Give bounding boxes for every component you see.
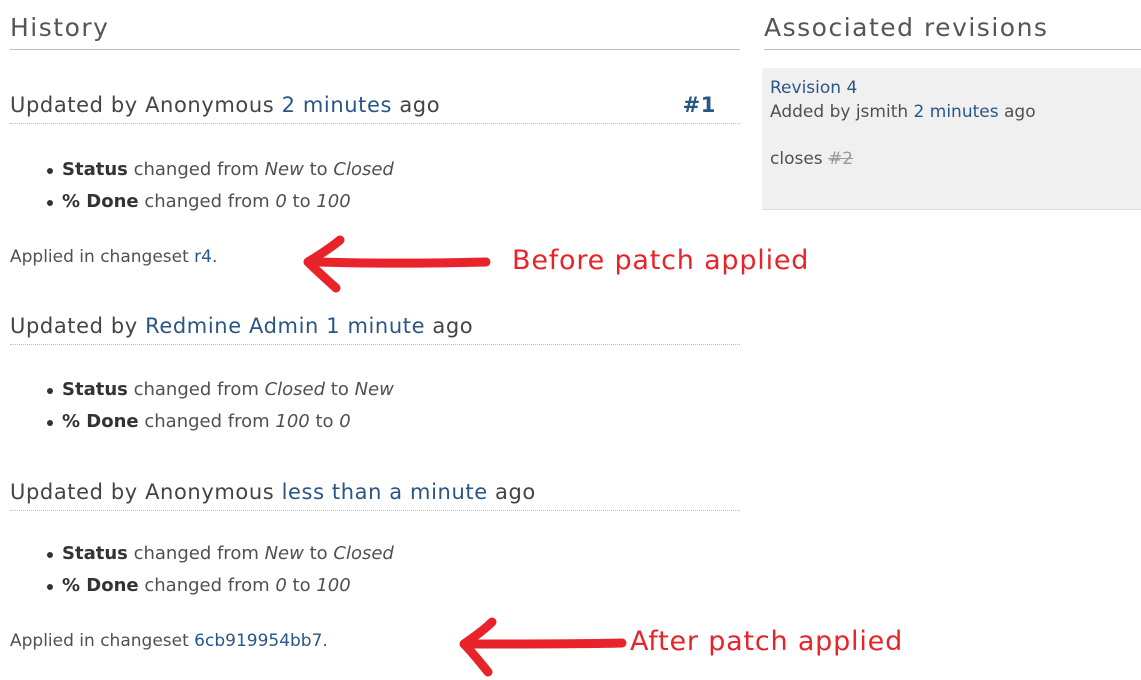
journal-2-details: Status changed from Closed to New % Done… <box>47 374 394 438</box>
detail-new-value: 100 <box>316 575 351 596</box>
detail-old-value: New <box>264 159 304 180</box>
journal-1-note: Applied in changeset r4. <box>10 247 218 267</box>
detail-old-value: 100 <box>275 411 310 432</box>
before-patch-annotation: Before patch applied <box>512 245 810 276</box>
detail-old-value: 0 <box>275 575 287 596</box>
detail-old-value: New <box>264 543 304 564</box>
journal-3-header: Updated by Anonymous less than a minute … <box>10 477 740 511</box>
detail-new-value: 100 <box>316 191 351 212</box>
journal-3-note: Applied in changeset 6cb919954bb7. <box>10 631 328 651</box>
journal-3-details: Status changed from New to Closed % Done… <box>47 538 394 602</box>
detail-new-value: New <box>354 379 394 400</box>
detail-new-value: Closed <box>333 159 394 180</box>
journal-updated-label: Updated by <box>10 480 146 504</box>
journal-author-link[interactable]: Redmine Admin <box>145 314 319 338</box>
journal-ago-label: ago <box>425 314 474 338</box>
detail-old-value: 0 <box>275 191 287 212</box>
journal-number-link[interactable]: #1 <box>683 90 716 120</box>
changeset-link[interactable]: r4 <box>194 247 212 267</box>
revision-link[interactable]: Revision 4 <box>770 77 1133 99</box>
journal-time-link[interactable]: less than a minute <box>282 480 488 504</box>
history-heading: History <box>10 10 740 50</box>
detail-field: % Done <box>62 411 139 432</box>
journal-ago-label: ago <box>487 480 536 504</box>
detail-item: % Done changed from 0 to 100 <box>47 186 394 218</box>
revision-added-by: Added by jsmith 2 minutes ago <box>770 102 1036 122</box>
after-arrow-icon <box>459 617 627 677</box>
journal-1-details: Status changed from New to Closed % Done… <box>47 154 394 218</box>
journal-ago-label: ago <box>392 93 441 117</box>
detail-field: % Done <box>62 575 139 596</box>
detail-new-value: 0 <box>339 411 351 432</box>
changeset-box: Revision 4 Added by jsmith 2 minutes ago… <box>762 68 1141 210</box>
changeset-link[interactable]: 6cb919954bb7 <box>194 631 322 651</box>
after-patch-annotation: After patch applied <box>630 626 904 657</box>
closed-issue-link[interactable]: #2 <box>828 149 853 169</box>
detail-item: % Done changed from 100 to 0 <box>47 406 394 438</box>
detail-item: % Done changed from 0 to 100 <box>47 570 394 602</box>
detail-field: Status <box>62 543 128 564</box>
journal-time-link[interactable]: 2 minutes <box>282 93 392 117</box>
journal-1-header: Updated by Anonymous 2 minutes ago #1 <box>10 90 740 124</box>
detail-item: Status changed from New to Closed <box>47 538 394 570</box>
revision-time-link[interactable]: 2 minutes <box>914 102 999 122</box>
journal-author: Anonymous <box>145 93 275 117</box>
detail-item: Status changed from Closed to New <box>47 374 394 406</box>
journal-updated-label: Updated by <box>10 314 146 338</box>
detail-old-value: Closed <box>264 379 326 400</box>
journal-time-link[interactable]: 1 minute <box>326 314 425 338</box>
journal-updated-label: Updated by <box>10 93 146 117</box>
detail-item: Status changed from New to Closed <box>47 154 394 186</box>
journal-author: Anonymous <box>145 480 275 504</box>
before-arrow-icon <box>303 235 491 293</box>
detail-new-value: Closed <box>333 543 394 564</box>
detail-field: Status <box>62 159 128 180</box>
associated-revisions-heading: Associated revisions <box>764 10 1141 50</box>
detail-field: % Done <box>62 191 139 212</box>
journal-2-header: Updated by Redmine Admin 1 minute ago <box>10 311 740 345</box>
revision-comment: closes #2 <box>770 149 854 169</box>
revision-author: jsmith <box>855 102 909 122</box>
detail-field: Status <box>62 379 128 400</box>
